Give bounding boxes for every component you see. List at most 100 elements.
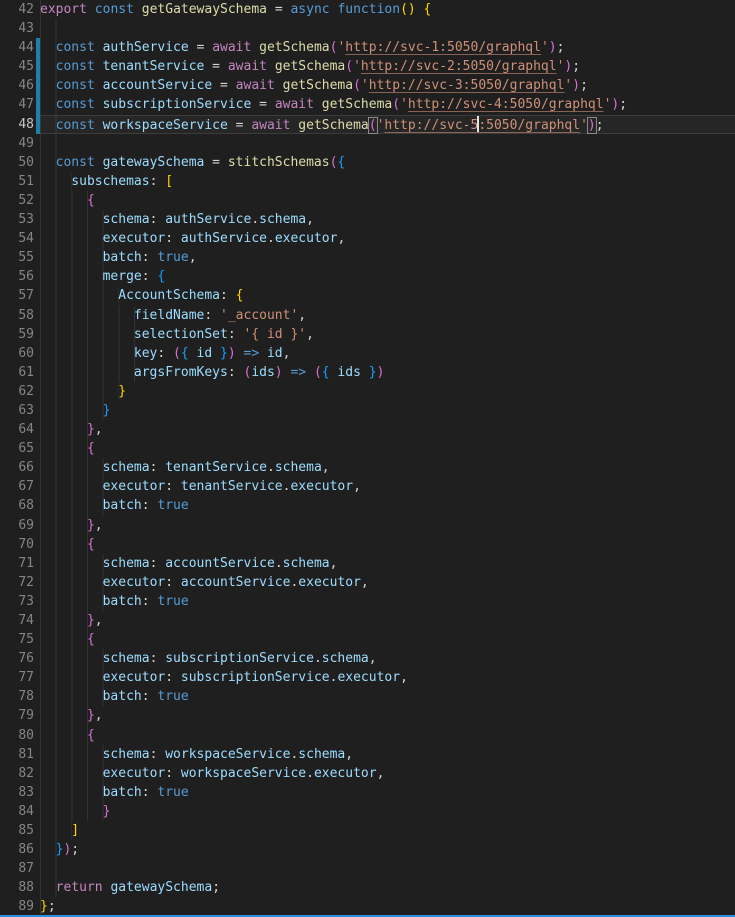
line-number[interactable]: 74 — [0, 611, 34, 630]
code-line[interactable]: 47const subscriptionService = await getS… — [0, 95, 735, 114]
line-number[interactable]: 69 — [0, 516, 34, 535]
line-number[interactable]: 86 — [0, 840, 34, 859]
line-number[interactable]: 63 — [0, 401, 34, 420]
line-number[interactable]: 42 — [0, 0, 34, 19]
code-line[interactable]: 57AccountSchema: { — [0, 286, 735, 305]
code-line[interactable]: 89}; — [0, 897, 735, 916]
line-number[interactable]: 82 — [0, 764, 34, 783]
line-number[interactable]: 68 — [0, 496, 34, 515]
code-line[interactable]: 52{ — [0, 191, 735, 210]
code-line[interactable]: 82executor: workspaceService.executor, — [0, 764, 735, 783]
code-line[interactable]: 43 — [0, 19, 735, 38]
code-line[interactable]: 56merge: { — [0, 267, 735, 286]
code-line[interactable]: 71schema: accountService.schema, — [0, 554, 735, 573]
code-line[interactable]: 64}, — [0, 420, 735, 439]
line-number[interactable]: 71 — [0, 554, 34, 573]
line-number[interactable]: 55 — [0, 248, 34, 267]
code-line[interactable]: 45const tenantService = await getSchema(… — [0, 57, 735, 76]
code-line[interactable]: 78batch: true — [0, 687, 735, 706]
code-line[interactable]: 69}, — [0, 516, 735, 535]
code-line[interactable]: 77executor: subscriptionService.executor… — [0, 668, 735, 687]
line-number[interactable]: 62 — [0, 382, 34, 401]
code-line[interactable]: 49 — [0, 134, 735, 153]
line-number[interactable]: 52 — [0, 191, 34, 210]
code-line[interactable]: 83batch: true — [0, 783, 735, 802]
line-number[interactable]: 84 — [0, 802, 34, 821]
line-number[interactable]: 88 — [0, 878, 34, 897]
code-line[interactable]: 88return gatewaySchema; — [0, 878, 735, 897]
line-number[interactable]: 57 — [0, 286, 34, 305]
line-number[interactable]: 54 — [0, 229, 34, 248]
line-number[interactable]: 85 — [0, 821, 34, 840]
line-number[interactable]: 51 — [0, 172, 34, 191]
code-line[interactable]: 46const accountService = await getSchema… — [0, 76, 735, 95]
code-line[interactable]: 54executor: authService.executor, — [0, 229, 735, 248]
line-number[interactable]: 47 — [0, 95, 34, 114]
code-line[interactable]: 60key: ({ id }) => id, — [0, 344, 735, 363]
line-number[interactable]: 72 — [0, 573, 34, 592]
code-line[interactable]: 59selectionSet: '{ id }', — [0, 325, 735, 344]
line-number[interactable]: 83 — [0, 783, 34, 802]
url-link-text[interactable]: http://svc-3:5050/graphql — [369, 78, 565, 93]
line-number[interactable]: 50 — [0, 153, 34, 172]
line-number[interactable]: 66 — [0, 458, 34, 477]
line-number[interactable]: 61 — [0, 363, 34, 382]
line-number[interactable]: 44 — [0, 38, 34, 57]
line-number[interactable]: 89 — [0, 897, 34, 916]
line-number[interactable]: 53 — [0, 210, 34, 229]
url-link-text[interactable]: http://svc-2:5050/graphql — [361, 59, 557, 74]
code-line[interactable]: 61argsFromKeys: (ids) => ({ ids }) — [0, 363, 735, 382]
line-number[interactable]: 77 — [0, 668, 34, 687]
code-line[interactable]: 51subschemas: [ — [0, 172, 735, 191]
code-line[interactable]: 55batch: true, — [0, 248, 735, 267]
line-number[interactable]: 48 — [0, 115, 34, 134]
code-line[interactable]: 73batch: true — [0, 592, 735, 611]
code-line[interactable]: 72executor: accountService.executor, — [0, 573, 735, 592]
code-line[interactable]: 67executor: tenantService.executor, — [0, 477, 735, 496]
url-link-text[interactable]: :5050/graphql — [478, 118, 580, 133]
line-number[interactable]: 56 — [0, 267, 34, 286]
url-link-text[interactable]: http://svc-1:5050/graphql — [345, 40, 541, 55]
code-line[interactable]: 65{ — [0, 439, 735, 458]
line-number[interactable]: 64 — [0, 420, 34, 439]
code-line[interactable]: 75{ — [0, 630, 735, 649]
line-number[interactable]: 75 — [0, 630, 34, 649]
line-number[interactable]: 59 — [0, 325, 34, 344]
line-number[interactable]: 73 — [0, 592, 34, 611]
line-number[interactable]: 80 — [0, 726, 34, 745]
line-number[interactable]: 43 — [0, 19, 34, 38]
line-number[interactable]: 81 — [0, 745, 34, 764]
code-line[interactable]: 48const workspaceService = await getSche… — [0, 115, 735, 134]
url-link-text[interactable]: http://svc-5 — [384, 118, 478, 133]
line-number[interactable]: 45 — [0, 57, 34, 76]
code-line[interactable]: 80{ — [0, 726, 735, 745]
code-line[interactable]: 68batch: true — [0, 496, 735, 515]
url-link-text[interactable]: http://svc-4:5050/graphql — [408, 97, 604, 112]
line-number[interactable]: 46 — [0, 76, 34, 95]
line-number[interactable]: 79 — [0, 706, 34, 725]
line-number[interactable]: 87 — [0, 859, 34, 878]
line-number[interactable]: 49 — [0, 134, 34, 153]
code-line[interactable]: 58fieldName: '_account', — [0, 306, 735, 325]
line-number[interactable]: 60 — [0, 344, 34, 363]
line-number[interactable]: 70 — [0, 535, 34, 554]
code-line[interactable]: 44const authService = await getSchema('h… — [0, 38, 735, 57]
code-line[interactable]: 53schema: authService.schema, — [0, 210, 735, 229]
line-number[interactable]: 58 — [0, 306, 34, 325]
code-line[interactable]: 63} — [0, 401, 735, 420]
code-line[interactable]: 87 — [0, 859, 735, 878]
line-number[interactable]: 67 — [0, 477, 34, 496]
code-line[interactable]: 79}, — [0, 706, 735, 725]
code-line[interactable]: 81schema: workspaceService.schema, — [0, 745, 735, 764]
code-line[interactable]: 86}); — [0, 840, 735, 859]
code-line[interactable]: 62} — [0, 382, 735, 401]
code-line[interactable]: 70{ — [0, 535, 735, 554]
line-number[interactable]: 65 — [0, 439, 34, 458]
line-number[interactable]: 76 — [0, 649, 34, 668]
code-line[interactable]: 76schema: subscriptionService.schema, — [0, 649, 735, 668]
code-line[interactable]: 66schema: tenantService.schema, — [0, 458, 735, 477]
code-line[interactable]: 74}, — [0, 611, 735, 630]
code-line[interactable]: 50const gatewaySchema = stitchSchemas({ — [0, 153, 735, 172]
code-line[interactable]: 42export const getGatewaySchema = async … — [0, 0, 735, 19]
line-number[interactable]: 78 — [0, 687, 34, 706]
